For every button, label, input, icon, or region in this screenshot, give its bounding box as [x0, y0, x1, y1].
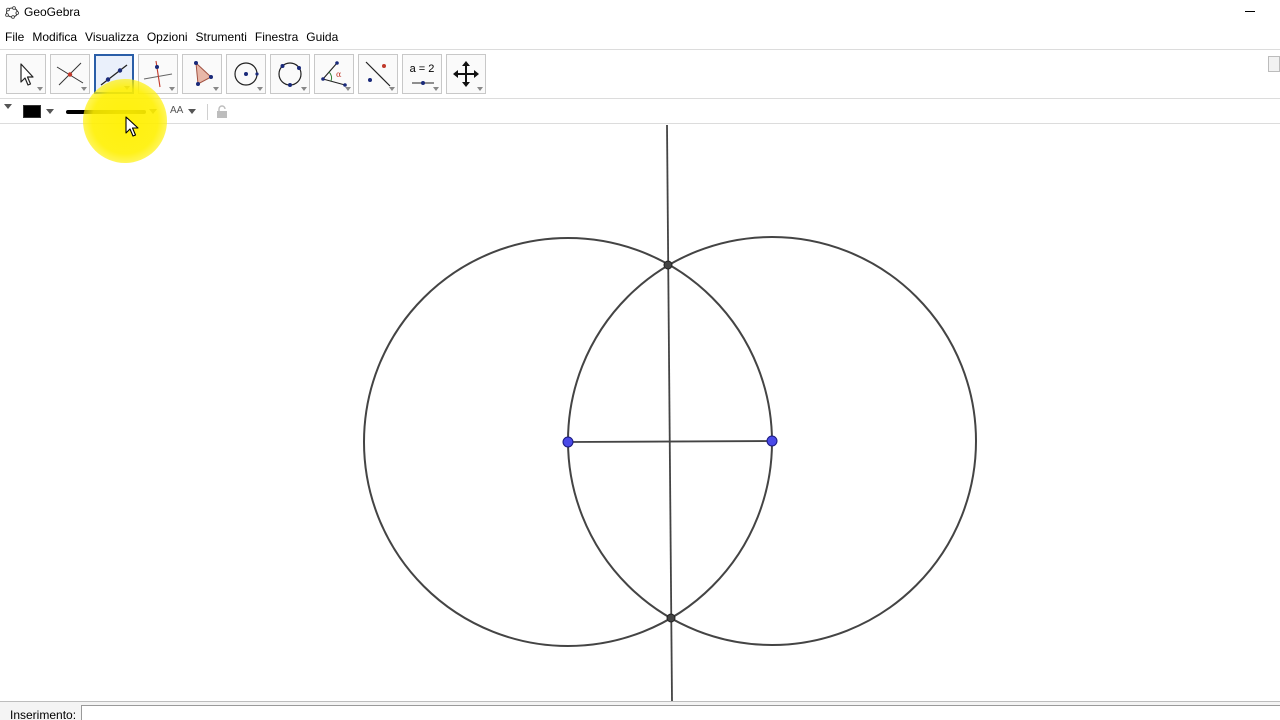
polygon-tool-button[interactable]	[182, 54, 222, 94]
circle-center-point-tool-button[interactable]	[226, 54, 266, 94]
menu-guida[interactable]: Guida	[306, 30, 338, 44]
menu-strumenti[interactable]: Strumenti	[196, 30, 247, 44]
line-style-dropdown-button[interactable]	[149, 109, 157, 114]
slider-tool-button[interactable]: a = 2	[402, 54, 442, 94]
perpendicular-line-tool-icon	[143, 60, 173, 88]
title-bar: GeoGebra	[0, 0, 1280, 24]
polygon-tool-icon	[194, 61, 213, 86]
geogebra-logo-icon	[4, 4, 20, 20]
intersection-point-bottom[interactable]	[666, 613, 676, 623]
line-style-button[interactable]	[66, 110, 146, 114]
circle-three-points-tool-icon	[278, 62, 302, 87]
reflect-tool-button[interactable]	[358, 54, 398, 94]
chevron-down-icon	[188, 109, 196, 114]
input-label: Inserimento:	[10, 708, 77, 720]
angle-tool-icon: α	[321, 61, 347, 87]
angle-tool-button[interactable]: α	[314, 54, 354, 94]
minimize-icon	[1245, 10, 1255, 12]
svg-text:α: α	[336, 70, 342, 79]
line-tool-button[interactable]	[94, 54, 134, 94]
toolbar-scroll-handle[interactable]	[1268, 56, 1280, 72]
tool-list: α a = 2	[6, 54, 490, 94]
color-button[interactable]	[23, 105, 41, 118]
reflect-tool-icon	[365, 61, 391, 87]
color-swatch	[23, 105, 41, 118]
style-bar: AA	[0, 100, 1280, 124]
chevron-down-icon	[4, 104, 12, 109]
chevron-down-icon	[46, 109, 54, 114]
move-tool-icon	[20, 63, 34, 86]
label-style-button[interactable]: AA	[170, 105, 183, 116]
perpendicular-line-tool-button[interactable]	[138, 54, 178, 94]
input-field[interactable]	[81, 705, 1280, 720]
toolbar: α a = 2	[0, 49, 1280, 99]
move-graphics-view-tool-button[interactable]	[446, 54, 486, 94]
circle-center-point-tool-icon	[234, 62, 259, 86]
segment-ab[interactable]	[567, 440, 773, 443]
point-b[interactable]	[766, 435, 778, 447]
intersection-point-top[interactable]	[663, 260, 673, 270]
lock-button[interactable]	[215, 105, 229, 122]
point-tool-button[interactable]	[50, 54, 90, 94]
menu-file[interactable]: File	[5, 30, 24, 44]
menu-bar: File Modifica Visualizza Opzioni Strumen…	[0, 26, 346, 48]
lock-icon	[217, 105, 227, 118]
point-a[interactable]	[562, 436, 574, 448]
color-dropdown-button[interactable]	[46, 109, 54, 114]
circle-three-points-tool-button[interactable]	[270, 54, 310, 94]
chevron-down-icon	[149, 109, 157, 114]
label-style-dropdown-button[interactable]	[188, 109, 196, 114]
minimize-button[interactable]	[1240, 2, 1260, 20]
stylebar-toggle-button[interactable]	[4, 104, 12, 109]
menu-opzioni[interactable]: Opzioni	[147, 30, 188, 44]
line-tool-icon	[100, 64, 128, 86]
move-tool-button[interactable]	[6, 54, 46, 94]
stylebar-divider	[207, 104, 208, 120]
menu-visualizza[interactable]: Visualizza	[85, 30, 139, 44]
move-graphics-view-tool-icon	[453, 61, 479, 87]
menu-modifica[interactable]: Modifica	[32, 30, 77, 44]
window-title: GeoGebra	[24, 5, 81, 19]
graphics-view[interactable]	[0, 124, 1280, 702]
menu-finestra[interactable]: Finestra	[255, 30, 298, 44]
input-bar: Inserimento:	[0, 701, 1280, 720]
point-tool-icon	[56, 62, 84, 86]
